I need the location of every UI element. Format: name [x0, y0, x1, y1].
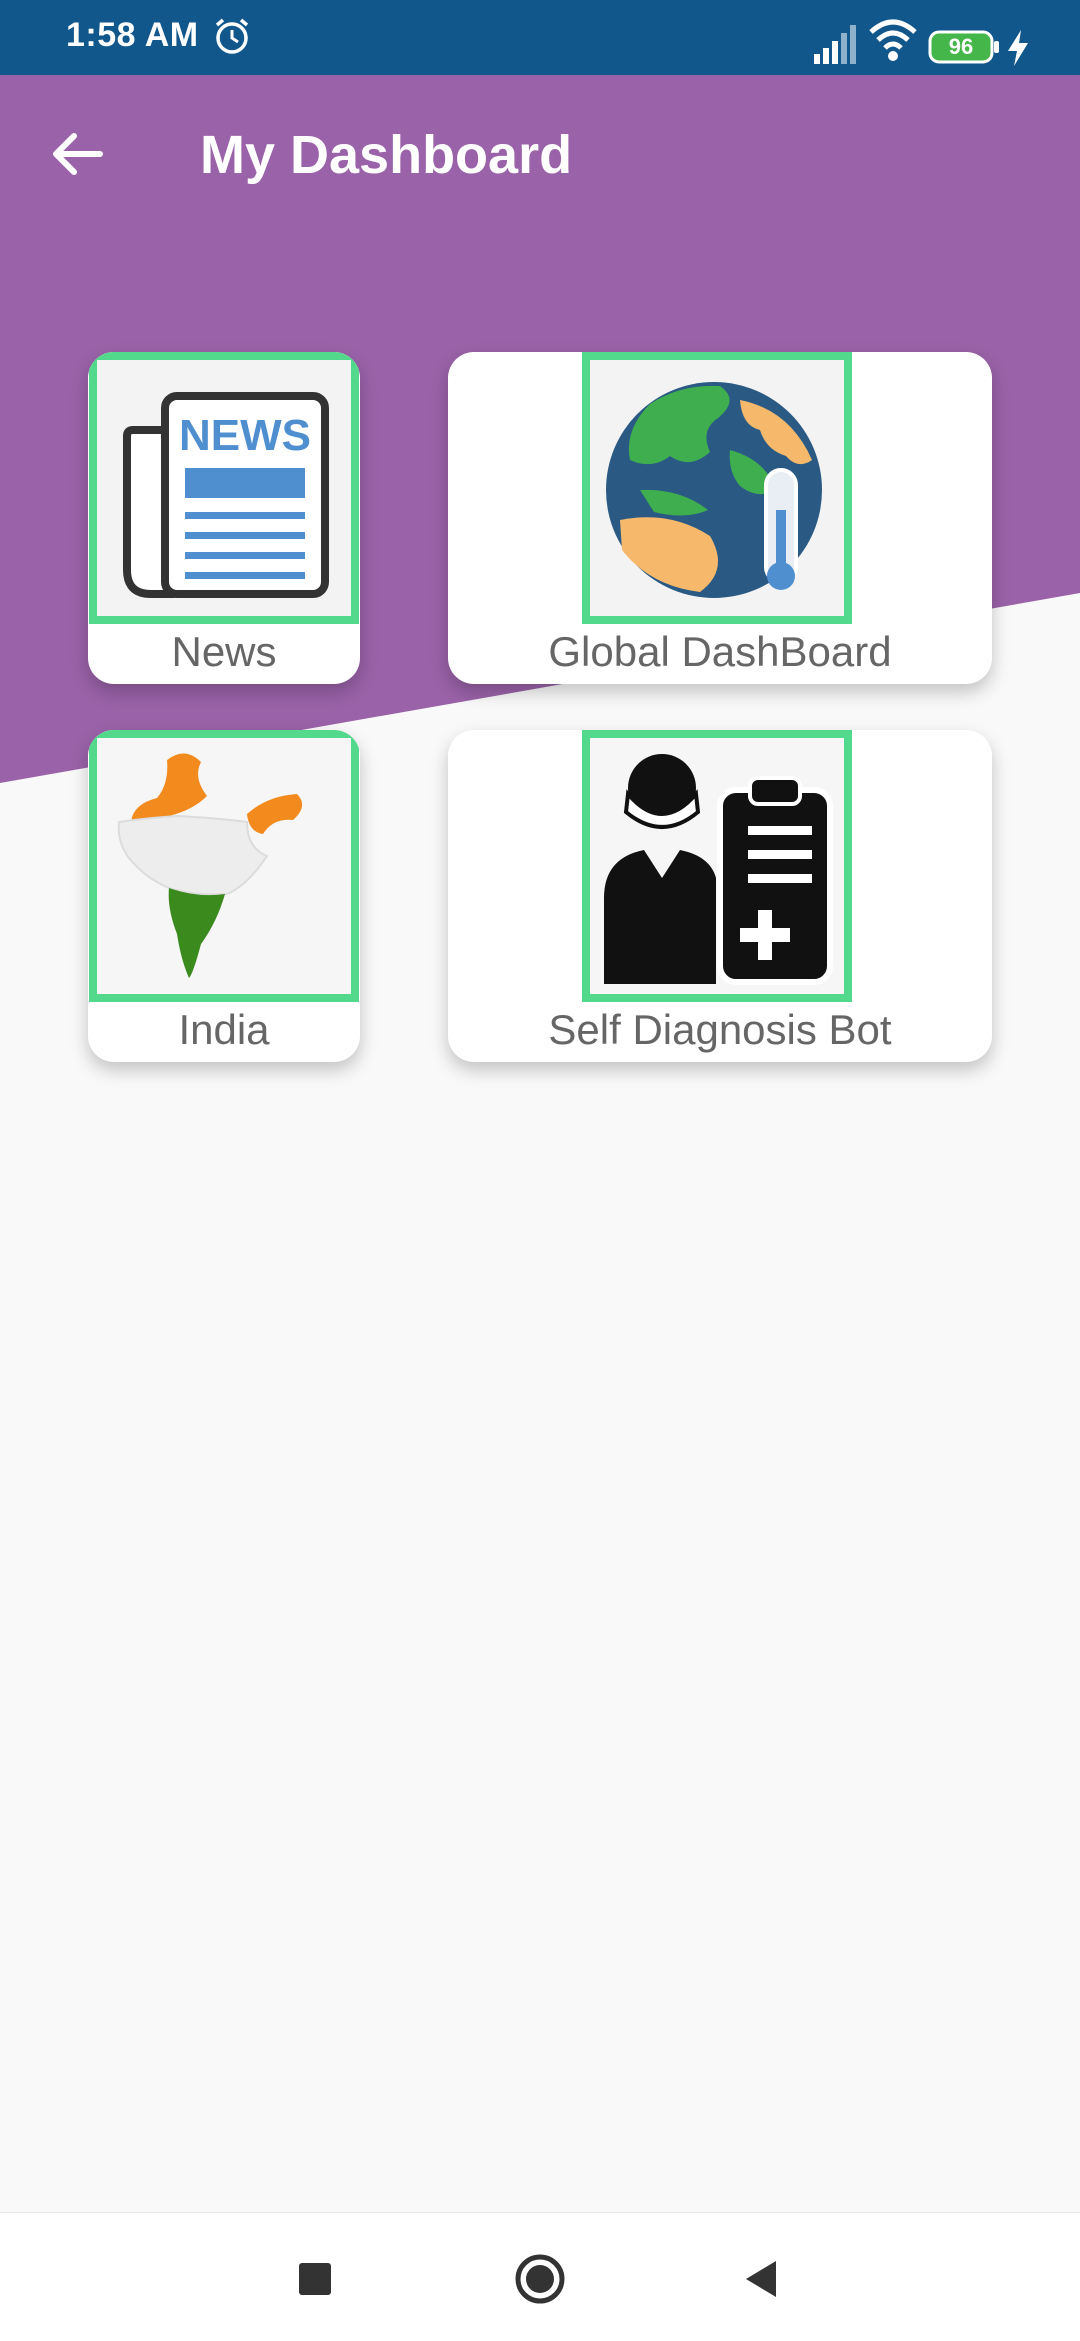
alarm-icon	[215, 18, 249, 54]
tile-label: News	[171, 628, 277, 675]
doctor-clipboard-icon	[582, 730, 852, 1002]
back-triangle-icon[interactable]	[732, 2249, 792, 2309]
signal-icon	[814, 25, 856, 64]
india-map-icon	[89, 730, 359, 1002]
status-bar: 1:58 AM 96	[0, 0, 1080, 75]
tile-label: Global DashBoard	[548, 628, 892, 675]
newspaper-icon: NEWS	[89, 352, 359, 624]
battery-icon: 96	[928, 30, 1000, 64]
charging-bolt-icon	[1008, 30, 1028, 66]
global-dashboard-tile[interactable]: Global DashBoard	[448, 352, 992, 684]
globe-thermometer-icon	[582, 352, 852, 624]
page-title: My Dashboard	[200, 125, 573, 185]
home-icon[interactable]	[510, 2249, 570, 2309]
wifi-icon	[869, 19, 917, 61]
recent-apps-icon[interactable]	[285, 2249, 345, 2309]
system-nav-bar	[0, 2212, 1080, 2341]
tile-label: Self Diagnosis Bot	[548, 1006, 892, 1053]
back-button[interactable]	[42, 118, 114, 190]
tile-label: India	[178, 1006, 270, 1053]
self-diagnosis-bot-tile[interactable]: Self Diagnosis Bot	[448, 730, 992, 1062]
battery-level: 96	[948, 34, 974, 59]
news-tile[interactable]: NEWS News	[88, 352, 360, 684]
svg-text:NEWS: NEWS	[179, 411, 311, 460]
status-time: 1:58 AM	[66, 16, 199, 54]
india-tile[interactable]: India	[88, 730, 360, 1062]
